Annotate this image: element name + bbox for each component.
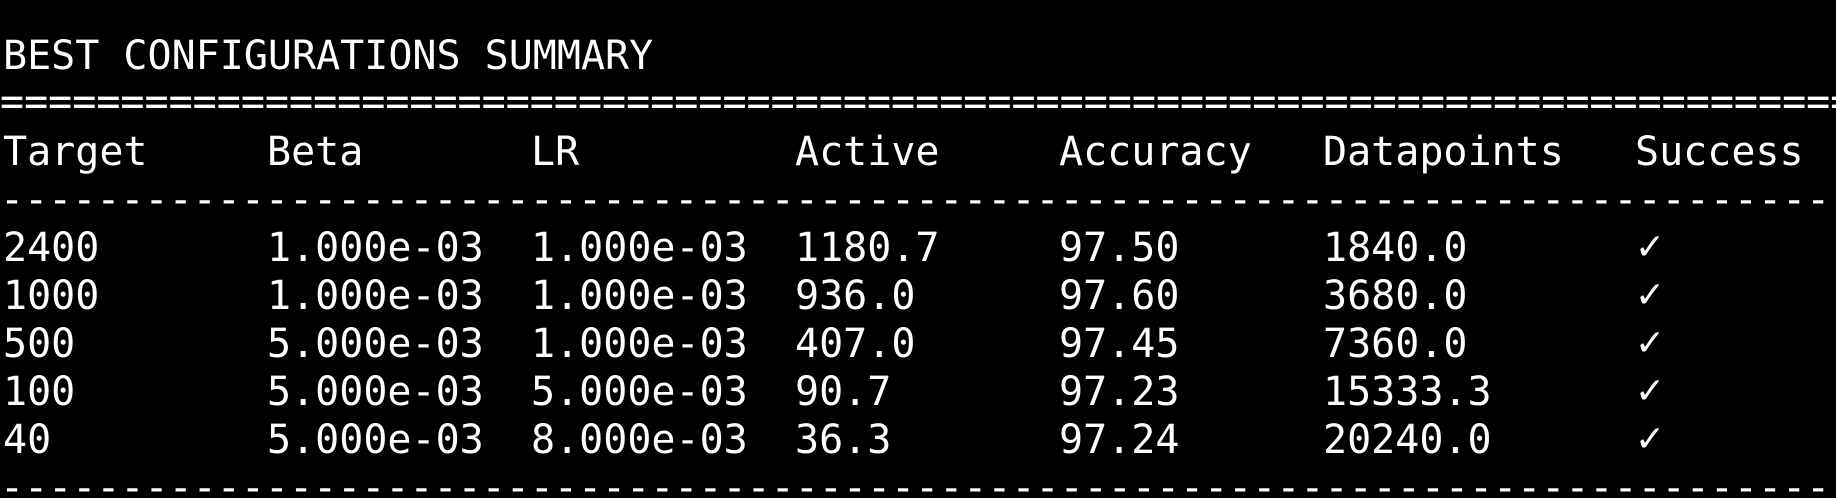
column-header-target: Target	[3, 129, 148, 175]
cell-beta: 5.000e-03	[267, 321, 484, 367]
cell-datapoints: 7360.0	[1323, 321, 1468, 367]
cell-active: 90.7	[795, 369, 892, 415]
terminal-output: ========================================…	[0, 0, 1836, 498]
column-header-success: Success	[1635, 129, 1804, 175]
cell-accuracy: 97.24	[1059, 417, 1180, 463]
cell-target: 2400	[3, 225, 100, 271]
cell-active: 936.0	[795, 273, 916, 319]
cell-active: 36.3	[795, 417, 892, 463]
success-check-icon: ✓	[1635, 275, 1666, 316]
cell-datapoints: 20240.0	[1323, 417, 1492, 463]
cell-beta: 5.000e-03	[267, 417, 484, 463]
cell-target: 40	[3, 417, 52, 463]
cell-datapoints: 1840.0	[1323, 225, 1468, 271]
cell-datapoints: 15333.3	[1323, 369, 1492, 415]
cell-accuracy: 97.60	[1059, 273, 1180, 319]
column-header-accuracy: Accuracy	[1059, 129, 1252, 175]
title-double-rule: ========================================…	[0, 79, 1836, 125]
cell-lr: 5.000e-03	[531, 369, 748, 415]
column-header-active: Active	[795, 129, 940, 175]
table-header-row: Target Beta LR Active Accuracy Datapoint…	[0, 128, 1836, 176]
cell-accuracy: 97.23	[1059, 369, 1180, 415]
cell-target: 100	[3, 369, 76, 415]
bottom-single-rule: ----------------------------------------…	[0, 465, 1836, 498]
table-row: 40 5.000e-03 8.000e-03 36.3 97.24 20240.…	[0, 416, 1836, 464]
cell-lr: 1.000e-03	[531, 273, 748, 319]
header-single-rule: ----------------------------------------…	[0, 177, 1836, 223]
cell-lr: 1.000e-03	[531, 225, 748, 271]
cell-lr: 8.000e-03	[531, 417, 748, 463]
cell-beta: 1.000e-03	[267, 225, 484, 271]
success-check-icon: ✓	[1635, 371, 1666, 412]
success-check-icon: ✓	[1635, 227, 1666, 268]
column-header-lr: LR	[531, 129, 580, 175]
cell-beta: 5.000e-03	[267, 369, 484, 415]
summary-title: BEST CONFIGURATIONS SUMMARY	[3, 33, 654, 79]
cell-datapoints: 3680.0	[1323, 273, 1468, 319]
table-row: 1000 1.000e-03 1.000e-03 936.0 97.60 368…	[0, 272, 1836, 320]
success-check-icon: ✓	[1635, 419, 1666, 460]
cell-accuracy: 97.45	[1059, 321, 1180, 367]
column-header-datapoints: Datapoints	[1323, 129, 1564, 175]
success-check-icon: ✓	[1635, 323, 1666, 364]
column-header-beta: Beta	[267, 129, 364, 175]
cell-active: 1180.7	[795, 225, 940, 271]
cell-lr: 1.000e-03	[531, 321, 748, 367]
table-row: 100 5.000e-03 5.000e-03 90.7 97.23 15333…	[0, 368, 1836, 416]
table-row: 500 5.000e-03 1.000e-03 407.0 97.45 7360…	[0, 320, 1836, 368]
cell-accuracy: 97.50	[1059, 225, 1180, 271]
cell-target: 1000	[3, 273, 100, 319]
table-row: 2400 1.000e-03 1.000e-03 1180.7 97.50 18…	[0, 224, 1836, 272]
cell-beta: 1.000e-03	[267, 273, 484, 319]
top-double-rule: ========================================…	[0, 0, 1836, 18]
cell-active: 407.0	[795, 321, 916, 367]
cell-target: 500	[3, 321, 76, 367]
